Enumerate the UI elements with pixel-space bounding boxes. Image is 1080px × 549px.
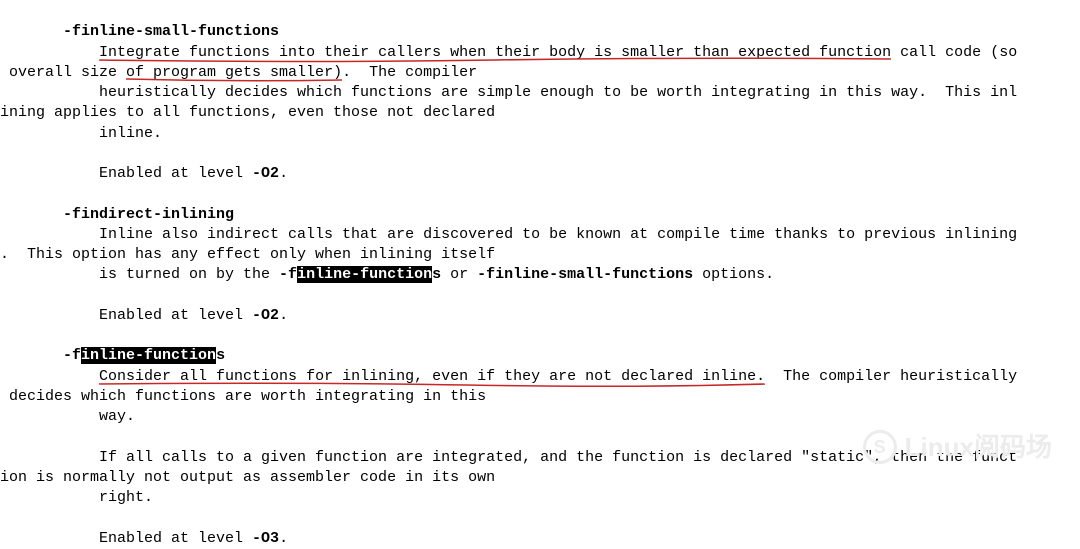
option-name-part: -f — [63, 347, 81, 364]
highlighted-text: inline-function — [81, 347, 216, 364]
manpage-body: -finline-small-functions Integrate funct… — [0, 2, 1080, 549]
option-name: -findirect-inlining — [63, 206, 234, 223]
watermark: S Linux阅码场 — [863, 430, 1052, 465]
underlined-text: Consider all functions for inlining, eve… — [99, 368, 765, 385]
option-findirect-inlining: -findirect-inlining Inline also indirect… — [0, 205, 1080, 327]
option-finline-small-functions: -finline-small-functions Integrate funct… — [0, 22, 1080, 184]
option-name: -finline-small-functions — [63, 23, 279, 40]
level: -O2 — [252, 307, 279, 324]
level: -O3 — [252, 530, 279, 547]
watermark-text: Linux阅码场 — [905, 430, 1052, 465]
highlighted-text: inline-function — [297, 266, 432, 283]
underlined-text: of program gets smaller) — [126, 64, 342, 81]
watermark-icon: S — [863, 430, 897, 464]
underlined-text: Integrate functions into their callers w… — [99, 44, 891, 61]
level: -O2 — [252, 165, 279, 182]
